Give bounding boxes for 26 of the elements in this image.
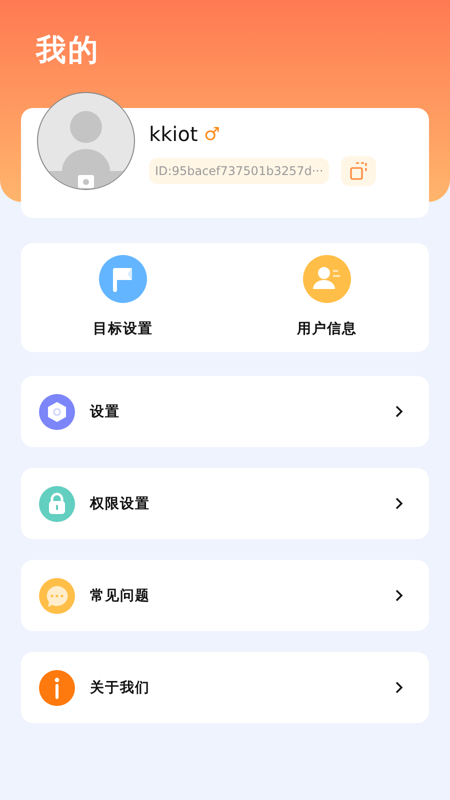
menu-label: 设置 xyxy=(90,402,121,420)
copy-button[interactable] xyxy=(341,156,376,186)
menu-label: 关于我们 xyxy=(90,678,151,696)
chevron-icon xyxy=(395,681,403,694)
user-id: ID:95bacef737501b3257d··· xyxy=(149,158,330,184)
user-icon[interactable] xyxy=(303,255,351,303)
flag-icon[interactable] xyxy=(99,255,147,303)
shortcut-label[interactable]: 用户信息 xyxy=(297,320,357,338)
user-name: kkiot xyxy=(149,122,198,146)
menu-label: 权限设置 xyxy=(90,494,151,512)
shortcut-label[interactable]: 目标设置 xyxy=(93,320,153,338)
info-icon xyxy=(39,670,75,706)
menu-label: 常见问题 xyxy=(90,586,151,604)
gear-icon xyxy=(39,394,75,430)
lock-icon xyxy=(39,486,75,522)
menu-item[interactable]: 常见问题 xyxy=(21,560,429,631)
chevron-icon xyxy=(395,589,403,602)
chevron-icon xyxy=(395,405,403,418)
menu-item[interactable]: 关于我们 xyxy=(21,652,429,723)
gender-symbol: ♂ xyxy=(204,124,220,144)
copy-icon xyxy=(350,162,368,180)
page-title: 我的 xyxy=(36,32,100,70)
menu-item[interactable]: 设置 xyxy=(21,376,429,447)
chat-icon xyxy=(39,578,75,614)
menu-item[interactable]: 权限设置 xyxy=(21,468,429,539)
chevron-icon xyxy=(395,497,403,510)
